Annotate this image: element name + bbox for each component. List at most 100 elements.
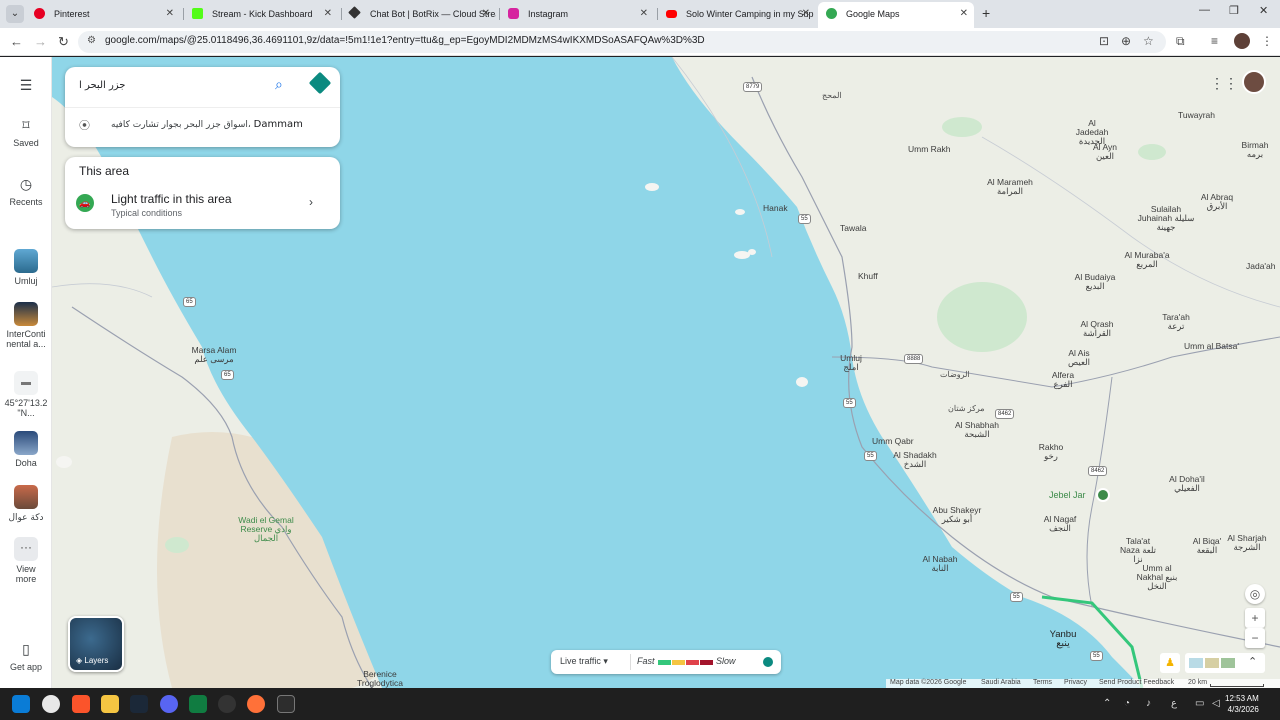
map-label-jebel-jar[interactable]: Jebel Jar <box>1049 491 1086 500</box>
brave-icon[interactable] <box>72 695 90 713</box>
tab-search-icon[interactable]: ⌄ <box>6 5 24 23</box>
forward-icon[interactable]: → <box>34 34 47 49</box>
tab-title: Chat Bot | BotRix — Cloud Strea <box>370 9 496 19</box>
microphone-icon[interactable]: ♪ <box>1146 698 1151 709</box>
map-label: Al Ais العيص <box>1067 348 1091 367</box>
search-input[interactable] <box>79 75 259 95</box>
suggestion-city: Dammam <box>253 119 303 130</box>
scale-text[interactable]: 20 km <box>1188 679 1207 686</box>
account-avatar[interactable] <box>1242 70 1266 94</box>
this-area-card[interactable]: This area 🚗 Light traffic in this area T… <box>65 157 340 229</box>
road-shield: 55 <box>864 451 877 461</box>
restore-icon[interactable]: ❐ <box>1229 4 1239 17</box>
recent-item-coordinates[interactable]: ▬ 45°27'13.2 "N... <box>0 371 52 418</box>
tray-app-icon[interactable]: ◔ <box>1124 698 1130 709</box>
firefox-icon[interactable] <box>247 695 265 713</box>
address-bar[interactable]: ⚙ google.com/maps/@25.0118496,36.4691101… <box>78 31 1166 53</box>
menu-button[interactable]: ☰ <box>0 77 52 98</box>
excel-icon[interactable] <box>189 695 207 713</box>
park-pin-icon[interactable] <box>1096 488 1110 502</box>
extensions-icon[interactable]: ⧉ <box>1176 34 1185 49</box>
language-indicator[interactable]: ع <box>1171 698 1177 709</box>
zoom-out-button[interactable]: − <box>1245 628 1265 648</box>
map-label: Berenice Troglodytica <box>357 669 403 688</box>
get-app-button[interactable]: ▯ Get app <box>0 641 52 672</box>
place-thumbnail <box>14 485 38 509</box>
google-apps-icon[interactable]: ⋮⋮ <box>1210 75 1238 92</box>
minimize-icon[interactable]: — <box>1199 4 1210 16</box>
directions-icon[interactable] <box>308 71 332 95</box>
map-label: Al Ayn العين <box>1093 142 1117 161</box>
recent-item-doha[interactable]: Doha <box>0 431 52 468</box>
steam-icon[interactable] <box>130 695 148 713</box>
tray-overflow-icon[interactable]: ⌃ <box>1103 698 1111 709</box>
privacy-link[interactable]: Privacy <box>1064 679 1087 686</box>
reading-list-icon[interactable]: ≡ <box>1211 34 1218 48</box>
network-icon[interactable]: ▭ <box>1195 698 1204 709</box>
recents-button[interactable]: ◷ Recents <box>0 176 52 207</box>
pegman-icon[interactable]: ♟ <box>1160 653 1180 673</box>
map-label: Al Biqa' البقعة <box>1192 536 1222 555</box>
google-maps-icon <box>826 8 837 19</box>
layers-icon: ◈ <box>76 656 83 665</box>
traffic-toggle[interactable] <box>763 657 773 667</box>
browser-profile-avatar[interactable] <box>1234 33 1250 49</box>
zoom-in-button[interactable]: + <box>1245 608 1265 628</box>
map-label: Tawala <box>840 223 867 233</box>
map-thumbnail[interactable] <box>1221 658 1235 668</box>
windows-start-icon[interactable] <box>12 695 30 713</box>
tab-youtube[interactable]: Solo Winter Camping in my Sup ✕ <box>658 3 816 25</box>
close-icon[interactable]: ✕ <box>960 2 968 26</box>
recent-item-dekka[interactable]: دكة عوال <box>0 485 52 523</box>
terms-link[interactable]: Terms <box>1033 679 1052 686</box>
chrome-icon[interactable] <box>42 695 60 713</box>
map-canvas[interactable]: 8779 55 65 65 8888 55 8462 55 8462 55 55… <box>52 57 1280 688</box>
map-label: المحج <box>822 91 842 100</box>
window-close-icon[interactable]: ✕ <box>1259 4 1268 17</box>
close-icon[interactable]: ✕ <box>802 3 810 25</box>
tab-instagram[interactable]: Instagram ✕ <box>500 3 654 25</box>
saved-button[interactable]: ⌑ Saved <box>0 117 52 148</box>
close-icon[interactable]: ✕ <box>640 3 648 25</box>
map-label: Wadi el Gemal Reserve وادي الجمال <box>238 515 294 543</box>
my-location-icon[interactable]: ◎ <box>1245 584 1265 604</box>
recent-item-umluj[interactable]: Umluj <box>0 249 52 286</box>
recent-item-intercontinental[interactable]: InterConti nental a... <box>0 302 52 349</box>
map-thumbnail[interactable] <box>1205 658 1219 668</box>
road-shield: 55 <box>1090 651 1103 661</box>
search-suggestion[interactable]: ⦿ اسواق جزر البحر بجوار تشارت كافيه، Dam… <box>65 107 340 141</box>
url-text[interactable]: google.com/maps/@25.0118496,36.4691101,9… <box>105 35 705 46</box>
chevron-right-icon[interactable]: › <box>309 195 313 209</box>
app-icon[interactable] <box>218 695 236 713</box>
site-info-icon[interactable]: ⚙ <box>87 35 96 46</box>
tab-google-maps[interactable]: Google Maps ✕ <box>818 2 974 28</box>
search-icon[interactable]: ⌕ <box>275 76 283 93</box>
layers-button[interactable]: ◈ Layers <box>68 616 124 672</box>
country-text[interactable]: Saudi Arabia <box>981 679 1021 686</box>
bookmark-star-icon[interactable]: ☆ <box>1143 34 1154 48</box>
close-icon[interactable]: ✕ <box>324 3 332 25</box>
new-tab-button[interactable]: + <box>982 5 990 21</box>
map-thumbnail[interactable] <box>1189 658 1203 668</box>
feedback-link[interactable]: Send Product Feedback <box>1099 679 1174 686</box>
live-traffic-dropdown[interactable]: Live traffic ▾ <box>560 656 608 667</box>
discord-icon[interactable] <box>160 695 178 713</box>
install-app-icon[interactable]: ⊡ <box>1099 34 1109 48</box>
tab-botrix[interactable]: Chat Bot | BotRix — Cloud Strea ✕ <box>342 3 496 25</box>
tab-kick[interactable]: Stream - Kick Dashboard ✕ <box>184 3 338 25</box>
tab-pinterest[interactable]: Pinterest ✕ <box>26 3 180 25</box>
zoom-icon[interactable]: ⊕ <box>1121 34 1131 48</box>
file-explorer-icon[interactable] <box>101 695 119 713</box>
close-icon[interactable]: ✕ <box>482 3 490 25</box>
back-icon[interactable]: ← <box>10 34 23 49</box>
system-clock[interactable]: 12:53 AM 4/3/2026 <box>1225 693 1259 715</box>
reload-icon[interactable]: ↻ <box>58 34 69 50</box>
close-icon[interactable]: ✕ <box>166 3 174 25</box>
view-more-button[interactable]: ··· View more <box>0 537 52 584</box>
traffic-legend-segment <box>700 660 713 665</box>
volume-icon[interactable]: ◁ <box>1212 698 1220 709</box>
browser-menu-icon[interactable]: ⋮ <box>1261 34 1273 48</box>
app-icon[interactable] <box>277 695 295 713</box>
expand-up-icon[interactable]: ⌃ <box>1248 655 1257 668</box>
map-type-thumbnails[interactable]: ⌃ <box>1185 653 1265 673</box>
